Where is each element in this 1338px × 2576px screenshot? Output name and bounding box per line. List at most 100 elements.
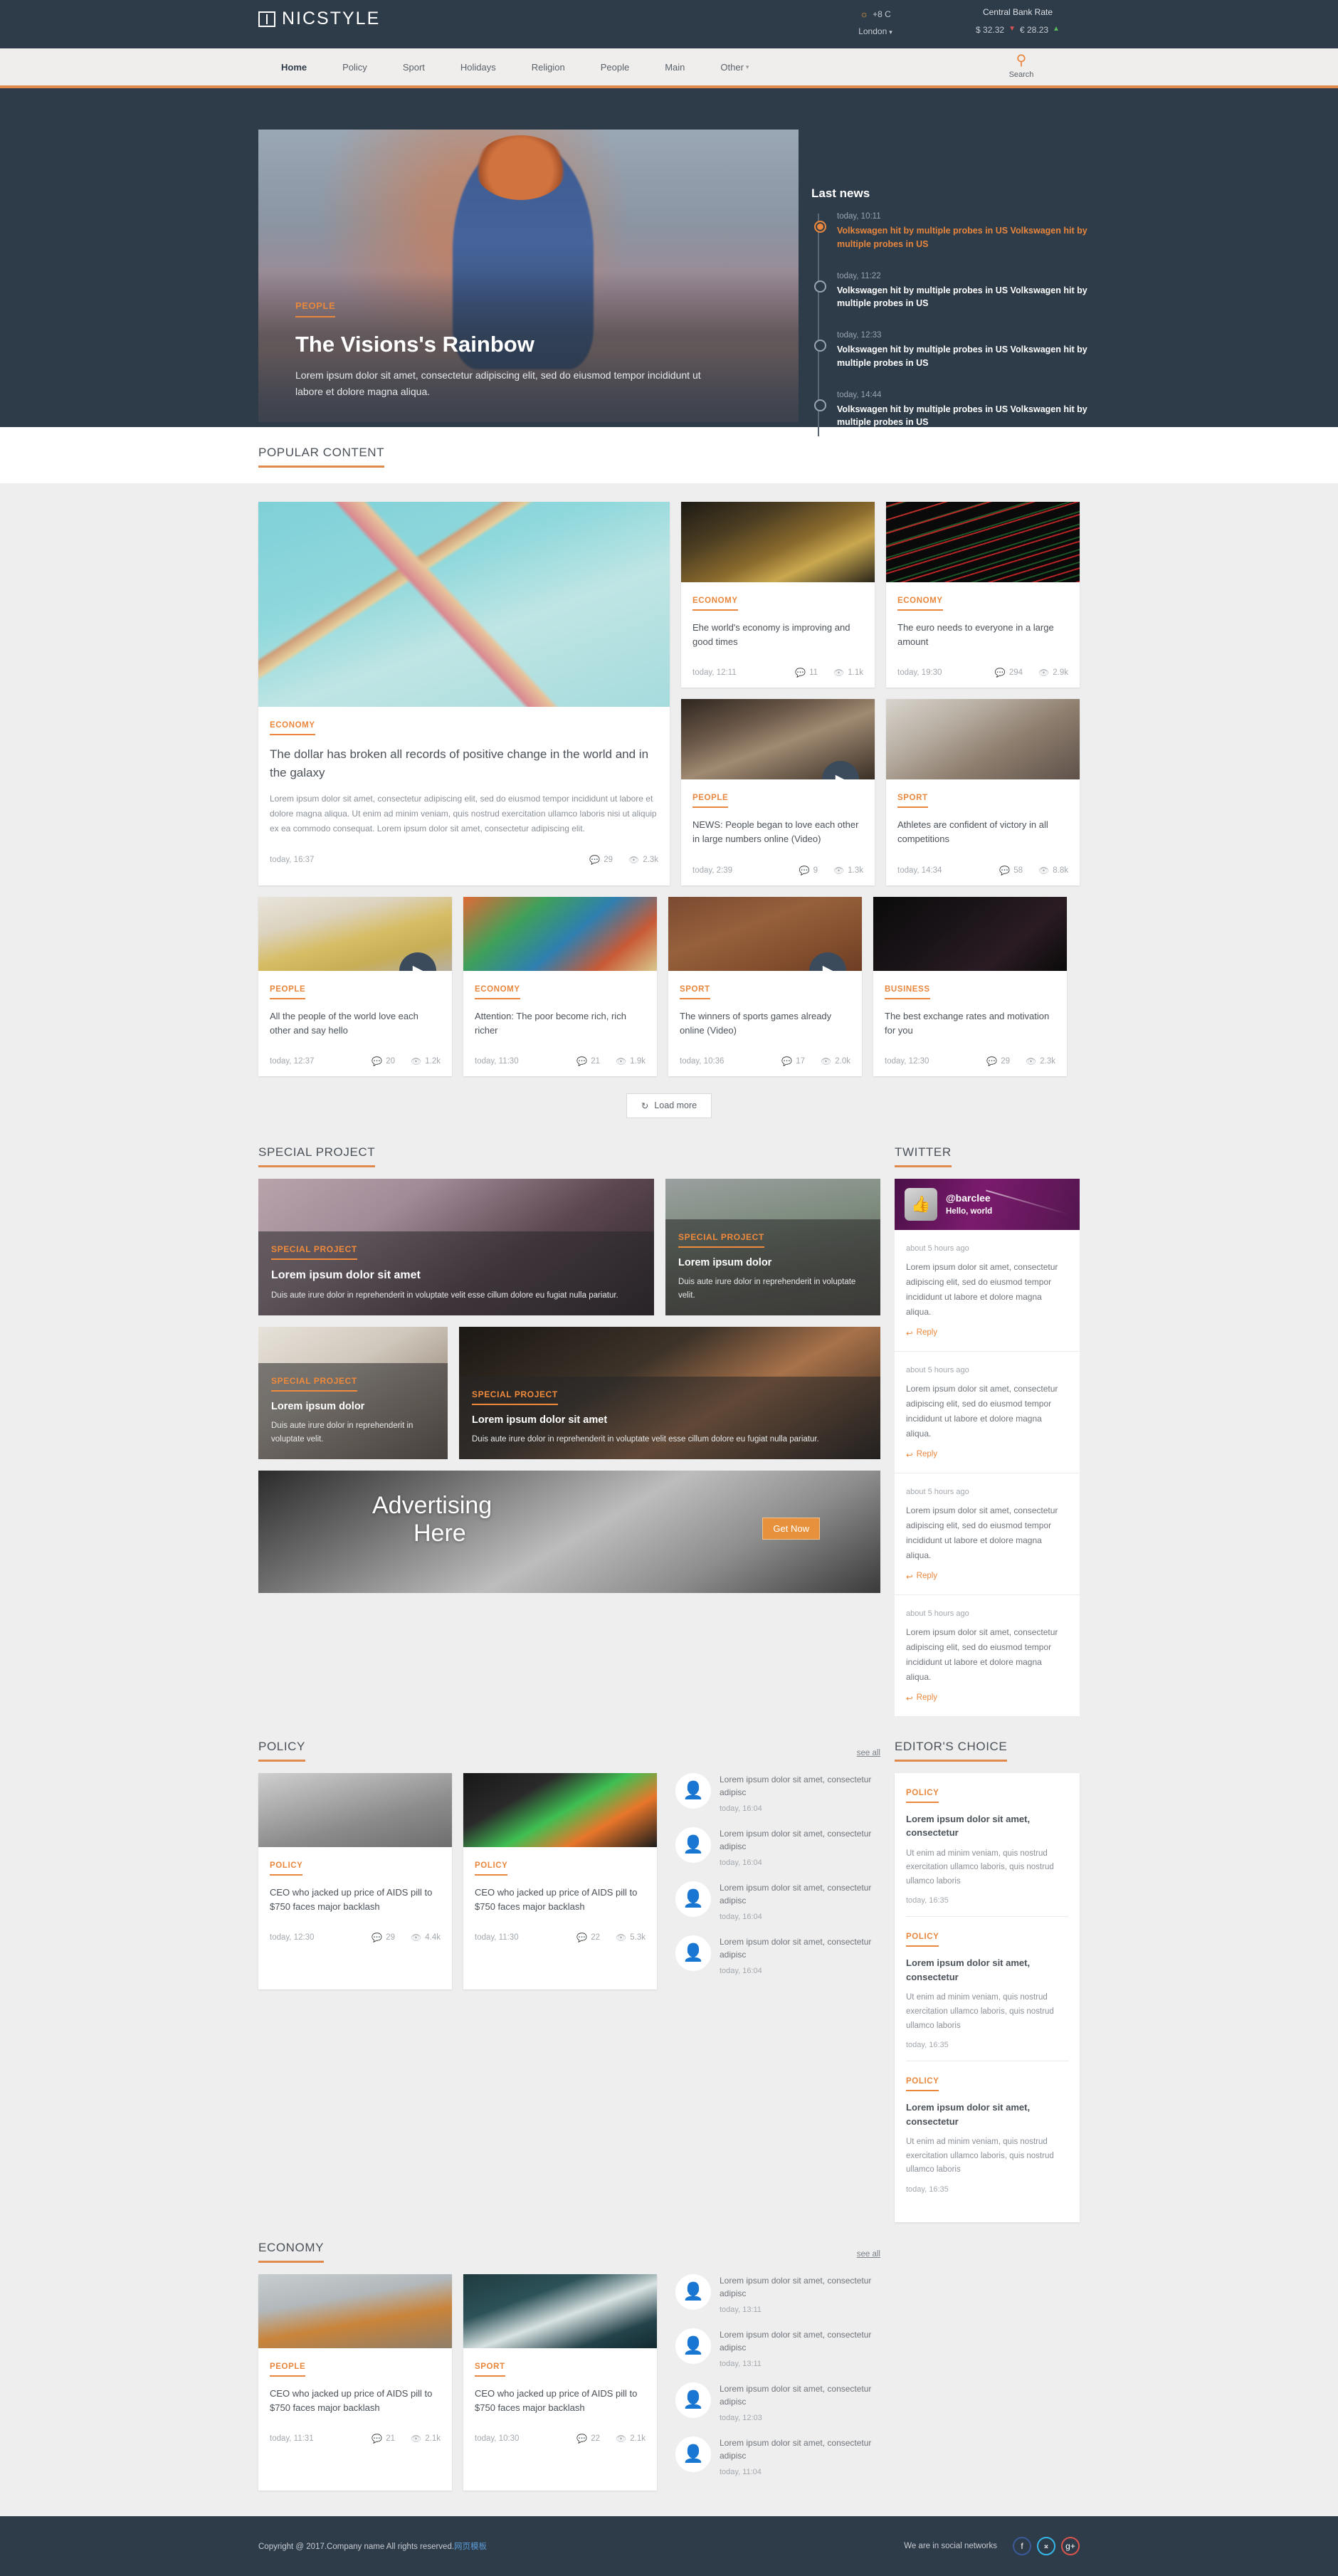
news-card-category[interactable]: PEOPLE xyxy=(270,2362,306,2377)
news-card-title[interactable]: Athletes are confident of victory in all… xyxy=(897,818,1068,846)
nav-item-other[interactable]: Other ▾ xyxy=(702,48,767,85)
feature-card-category[interactable]: ECONOMY xyxy=(270,721,315,735)
hero-title[interactable]: The Visions's Rainbow xyxy=(295,332,762,357)
news-card[interactable]: ECONOMY The euro needs to everyone in a l… xyxy=(886,502,1080,688)
news-card-category[interactable]: ECONOMY xyxy=(897,596,943,611)
nav-item-main[interactable]: Main xyxy=(647,48,702,85)
special-project-card[interactable]: SPECIAL PROJECT Lorem ipsum dolor sit am… xyxy=(459,1326,880,1459)
news-card-category[interactable]: SPORT xyxy=(475,2362,505,2377)
list-item-title[interactable]: Lorem ipsum dolor sit amet, consectetur … xyxy=(720,2436,880,2462)
list-item-title[interactable]: Lorem ipsum dolor sit amet, consectetur … xyxy=(720,2328,880,2354)
list-item[interactable]: 👤 Lorem ipsum dolor sit amet, consectetur… xyxy=(675,1826,880,1867)
news-card[interactable]: ECONOMY Ehe world's economy is improving … xyxy=(681,502,875,688)
editors-choice-item[interactable]: POLICY Lorem ipsum dolor sit amet, consec… xyxy=(906,1786,1068,1918)
news-card-title[interactable]: CEO who jacked up price of AIDS pill to … xyxy=(475,1886,646,1914)
special-project-title[interactable]: Lorem ipsum dolor sit amet xyxy=(472,1414,868,1426)
editors-choice-title[interactable]: Lorem ipsum dolor sit amet, consectetur xyxy=(906,1956,1068,1984)
list-item-title[interactable]: Lorem ipsum dolor sit amet, consectetur … xyxy=(720,2274,880,2300)
editors-choice-title[interactable]: Lorem ipsum dolor sit amet, consectetur xyxy=(906,2101,1068,2128)
news-card-title[interactable]: CEO who jacked up price of AIDS pill to … xyxy=(270,1886,441,1914)
last-news-item[interactable]: today, 14:44 Volkswagen hit by multiple p… xyxy=(814,391,1096,430)
editors-choice-category[interactable]: POLICY xyxy=(906,1789,939,1803)
news-card[interactable]: SPORT CEO who jacked up price of AIDS pil… xyxy=(463,2273,657,2491)
facebook-icon[interactable]: f xyxy=(1013,2536,1031,2555)
special-project-category[interactable]: SPECIAL PROJECT xyxy=(271,1244,357,1260)
special-project-title[interactable]: Lorem ipsum dolor xyxy=(271,1401,435,1412)
load-more-button[interactable]: ↻ Load more xyxy=(626,1093,712,1118)
news-card-category[interactable]: POLICY xyxy=(270,1861,303,1876)
nav-item-sport[interactable]: Sport xyxy=(385,48,443,85)
special-project-card[interactable]: SPECIAL PROJECT Lorem ipsum dolor Duis a… xyxy=(258,1326,448,1459)
news-card-title[interactable]: Attention: The poor become rich, rich ri… xyxy=(475,1009,646,1038)
weather-widget[interactable]: ☼ +8 C London ▾ xyxy=(836,9,915,36)
credit-link[interactable]: 网页模板 xyxy=(454,2543,487,2551)
editors-choice-category[interactable]: POLICY xyxy=(906,2077,939,2092)
news-card[interactable]: ▶ PEOPLE NEWS: People began to love each o… xyxy=(681,699,875,885)
tweet-reply-button[interactable]: ↩ Reply xyxy=(906,1328,937,1338)
editors-choice-item[interactable]: POLICY Lorem ipsum dolor sit amet, consec… xyxy=(906,2074,1068,2205)
list-item-title[interactable]: Lorem ipsum dolor sit amet, consectetur … xyxy=(720,1827,880,1853)
twitter-icon[interactable]: 𝄪 xyxy=(1037,2536,1055,2555)
nav-item-home[interactable]: Home xyxy=(263,48,325,85)
news-card-title[interactable]: CEO who jacked up price of AIDS pill to … xyxy=(270,2387,441,2415)
play-icon[interactable]: ▶ xyxy=(809,952,846,971)
news-card[interactable]: POLICY CEO who jacked up price of AIDS pi… xyxy=(258,1772,452,1989)
tweet-reply-button[interactable]: ↩ Reply xyxy=(906,1693,937,1703)
tweet-reply-button[interactable]: ↩ Reply xyxy=(906,1450,937,1460)
news-card-title[interactable]: NEWS: People began to love each other in… xyxy=(692,818,863,846)
play-icon[interactable]: ▶ xyxy=(399,952,436,971)
list-item[interactable]: 👤 Lorem ipsum dolor sit amet, consectetur… xyxy=(675,2328,880,2368)
policy-see-all-link[interactable]: see all xyxy=(857,1749,880,1757)
list-item[interactable]: 👤 Lorem ipsum dolor sit amet, consectetur… xyxy=(675,2382,880,2422)
tweet-reply-button[interactable]: ↩ Reply xyxy=(906,1572,937,1582)
feature-card-title[interactable]: The dollar has broken all records of pos… xyxy=(270,745,658,782)
last-news-title[interactable]: Volkswagen hit by multiple probes in US … xyxy=(837,224,1096,251)
list-item-title[interactable]: Lorem ipsum dolor sit amet, consectetur … xyxy=(720,1881,880,1907)
weather-city-select[interactable]: London ▾ xyxy=(836,26,915,36)
news-card[interactable]: SPORT Athletes are confident of victory i… xyxy=(886,699,1080,885)
news-card-title[interactable]: The best exchange rates and motivation f… xyxy=(885,1009,1055,1038)
site-logo[interactable]: NICSTYLE xyxy=(258,9,380,29)
google-plus-icon[interactable]: g+ xyxy=(1061,2536,1080,2555)
news-card[interactable]: BUSINESS The best exchange rates and moti… xyxy=(873,896,1067,1076)
hero-category[interactable]: PEOPLE xyxy=(295,300,336,317)
news-card[interactable]: ▶ SPORT The winners of sports games alread… xyxy=(668,896,862,1076)
news-card-title[interactable]: All the people of the world love each ot… xyxy=(270,1009,441,1038)
last-news-title[interactable]: Volkswagen hit by multiple probes in US … xyxy=(837,403,1096,430)
list-item[interactable]: 👤 Lorem ipsum dolor sit amet, consectetur… xyxy=(675,1881,880,1921)
twitter-account-header[interactable]: 👍 @barclee Hello, world xyxy=(895,1178,1080,1230)
news-card-category[interactable]: PEOPLE xyxy=(692,794,729,809)
news-card-category[interactable]: ECONOMY xyxy=(692,596,738,611)
news-card[interactable]: POLICY CEO who jacked up price of AIDS pi… xyxy=(463,1772,657,1989)
play-icon[interactable]: ▶ xyxy=(822,761,859,780)
feature-card[interactable]: ECONOMY The dollar has broken all record… xyxy=(258,502,670,885)
special-project-card[interactable]: SPECIAL PROJECT Lorem ipsum dolor sit am… xyxy=(258,1178,654,1315)
list-item-title[interactable]: Lorem ipsum dolor sit amet, consectetur … xyxy=(720,2382,880,2408)
last-news-title[interactable]: Volkswagen hit by multiple probes in US … xyxy=(837,343,1096,370)
nav-item-holidays[interactable]: Holidays xyxy=(443,48,514,85)
list-item[interactable]: 👤 Lorem ipsum dolor sit amet, consectetur… xyxy=(675,1935,880,1975)
last-news-item[interactable]: today, 10:11 Volkswagen hit by multiple p… xyxy=(814,212,1096,251)
news-card-title[interactable]: CEO who jacked up price of AIDS pill to … xyxy=(475,2387,646,2415)
list-item[interactable]: 👤 Lorem ipsum dolor sit amet, consectetur… xyxy=(675,2273,880,2314)
search-button[interactable]: ⚲ Search xyxy=(1000,52,1043,79)
list-item-title[interactable]: Lorem ipsum dolor sit amet, consectetur … xyxy=(720,1773,880,1799)
news-card[interactable]: ▶ PEOPLE All the people of the world love … xyxy=(258,896,452,1076)
news-card[interactable]: ECONOMY Attention: The poor become rich, … xyxy=(463,896,657,1076)
editors-choice-category[interactable]: POLICY xyxy=(906,1933,939,1947)
news-card[interactable]: PEOPLE CEO who jacked up price of AIDS pi… xyxy=(258,2273,452,2491)
special-project-title[interactable]: Lorem ipsum dolor xyxy=(678,1257,868,1268)
list-item[interactable]: 👤 Lorem ipsum dolor sit amet, consectetur… xyxy=(675,2436,880,2476)
last-news-item[interactable]: today, 11:22 Volkswagen hit by multiple p… xyxy=(814,272,1096,311)
special-project-title[interactable]: Lorem ipsum dolor sit amet xyxy=(271,1269,641,1282)
special-project-card[interactable]: SPECIAL PROJECT Lorem ipsum dolor Duis a… xyxy=(665,1178,880,1315)
nav-item-policy[interactable]: Policy xyxy=(325,48,385,85)
news-card-category[interactable]: PEOPLE xyxy=(270,985,306,999)
editors-choice-title[interactable]: Lorem ipsum dolor sit amet, consectetur xyxy=(906,1812,1068,1840)
news-card-category[interactable]: SPORT xyxy=(897,794,928,809)
special-project-category[interactable]: SPECIAL PROJECT xyxy=(271,1376,357,1392)
news-card-title[interactable]: The winners of sports games already onli… xyxy=(680,1009,850,1038)
hero-image[interactable]: PEOPLE The Visions's Rainbow Lorem ipsum… xyxy=(258,130,799,422)
list-item[interactable]: 👤 Lorem ipsum dolor sit amet, consectetur… xyxy=(675,1772,880,1813)
editors-choice-item[interactable]: POLICY Lorem ipsum dolor sit amet, consec… xyxy=(906,1930,1068,2062)
